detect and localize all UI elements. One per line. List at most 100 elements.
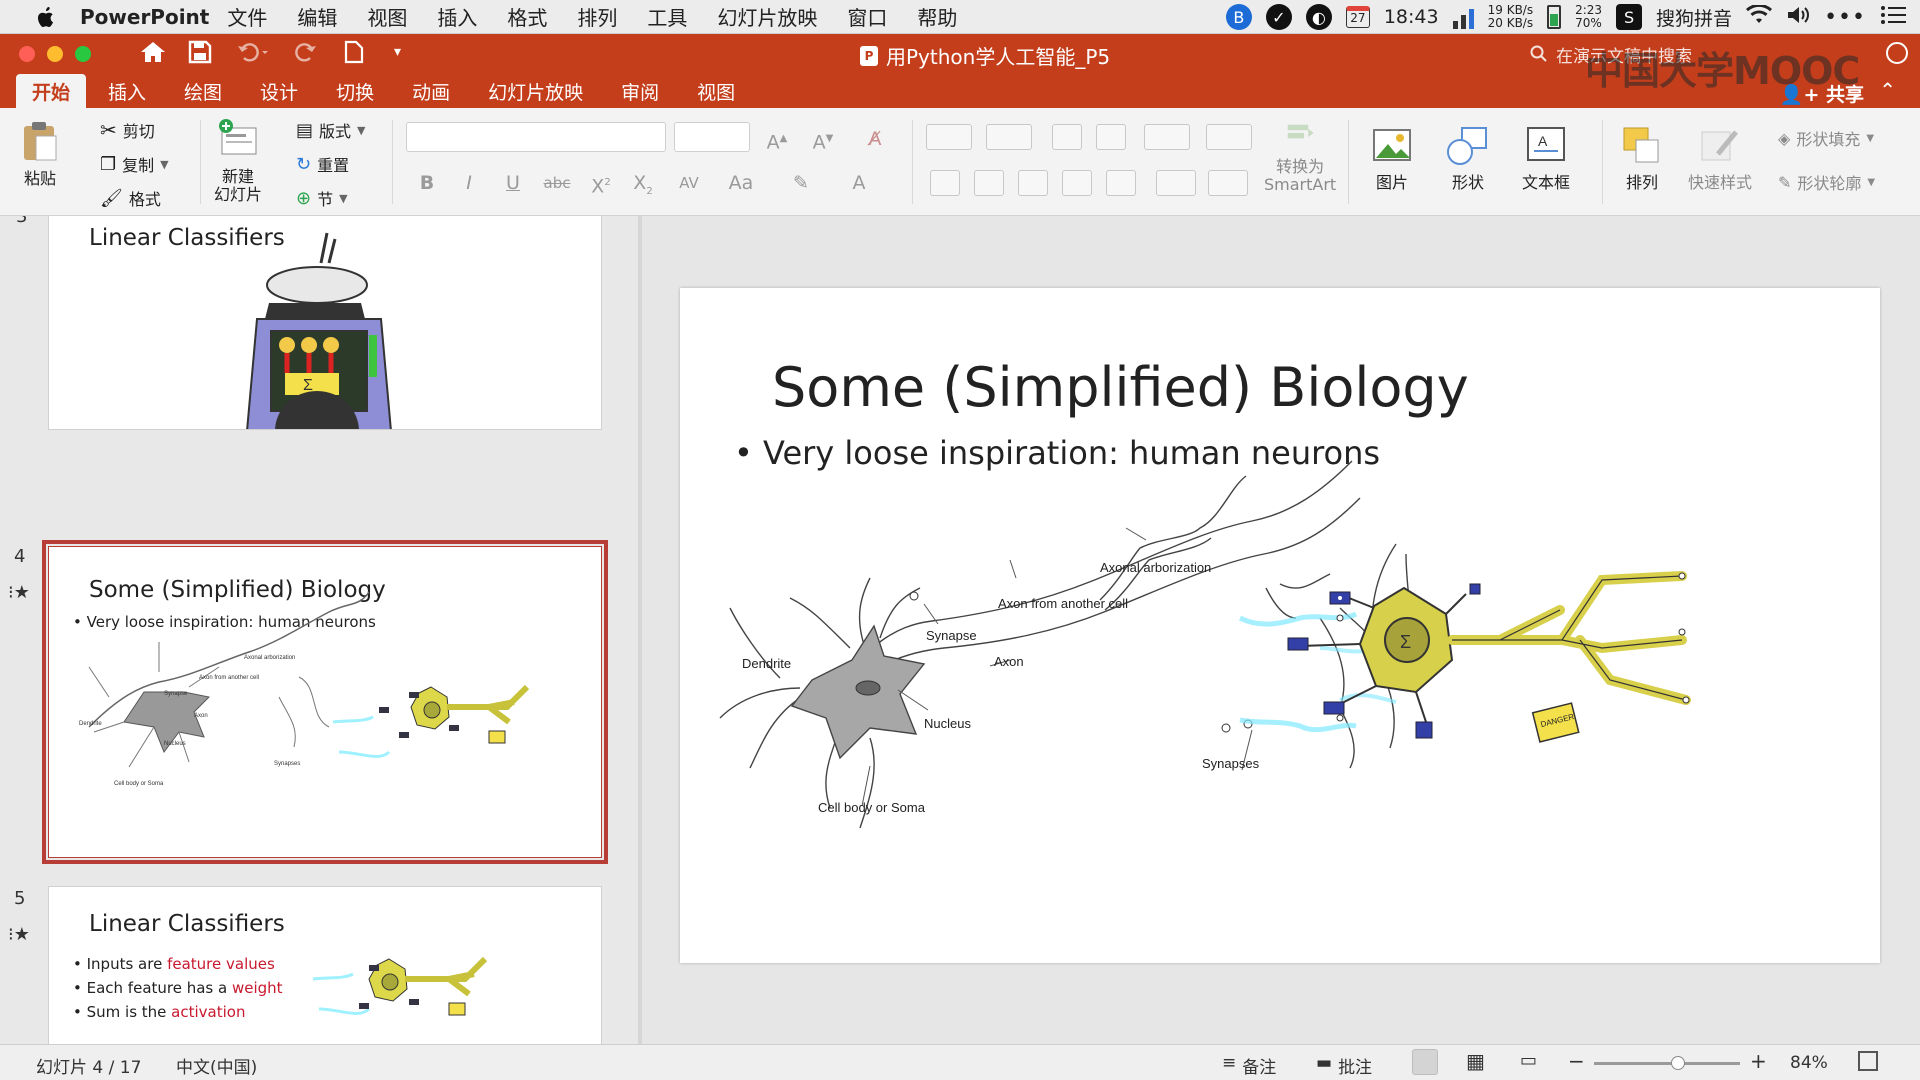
reset-button[interactable]: ↻ 重置 (296, 152, 349, 176)
bold-icon[interactable]: B (410, 168, 444, 198)
shape-outline-button[interactable]: ✎ 形状轮廓 ▼ (1778, 170, 1875, 194)
home-icon[interactable] (140, 40, 166, 70)
increase-indent-icon[interactable] (1096, 124, 1126, 150)
zoom-slider[interactable] (1594, 1056, 1740, 1070)
align-text-icon[interactable] (1208, 170, 1248, 196)
normal-view-icon[interactable] (1412, 1049, 1438, 1075)
font-name-select[interactable] (406, 122, 666, 152)
apple-menu-icon[interactable] (30, 5, 58, 29)
format-painter-button[interactable]: 🖌 格式 (100, 186, 161, 210)
numbering-icon[interactable] (986, 124, 1032, 150)
font-color-icon[interactable]: A (842, 168, 876, 198)
menu-arrange[interactable]: 排列 (577, 2, 617, 31)
share-button[interactable]: 👤+ 共享 (1780, 80, 1864, 107)
tab-view[interactable]: 视图 (681, 74, 751, 108)
picture-button[interactable]: 图片 (1370, 124, 1414, 192)
strikethrough-icon[interactable]: abc (540, 168, 574, 198)
notification-center-icon[interactable] (1880, 5, 1906, 30)
grow-font-icon[interactable]: A▲ (760, 124, 794, 154)
color-wheel-icon[interactable]: ◐ (1305, 4, 1332, 30)
layout-button[interactable]: ▤ 版式 ▼ (296, 118, 366, 142)
paste-button[interactable]: 粘贴 (18, 120, 62, 188)
character-spacing-icon[interactable]: AV (672, 168, 706, 198)
textbox-button[interactable]: A 文本框 (1522, 124, 1570, 192)
sogou-icon[interactable]: S (1616, 4, 1643, 30)
more-icon[interactable]: ••• (1824, 5, 1866, 30)
tab-design[interactable]: 设计 (244, 74, 314, 108)
change-case-icon[interactable]: Aa (724, 168, 758, 198)
font-size-select[interactable] (674, 122, 750, 152)
clear-formatting-icon[interactable]: A̸ (858, 124, 892, 154)
superscript-icon[interactable]: X2 (584, 168, 618, 198)
tab-draw[interactable]: 绘图 (168, 74, 238, 108)
distribute-icon[interactable] (1106, 170, 1136, 196)
zoom-window-icon[interactable] (75, 46, 91, 62)
shape-button[interactable]: 形状 (1446, 124, 1490, 192)
zoom-in-icon[interactable]: + (1750, 1049, 1767, 1073)
italic-icon[interactable]: I (452, 168, 486, 198)
wifi-icon[interactable] (1746, 3, 1773, 30)
input-method[interactable]: 搜狗拼音 (1656, 4, 1732, 31)
minimize-window-icon[interactable] (47, 46, 63, 62)
underline-icon[interactable]: U (496, 168, 530, 198)
justify-icon[interactable] (1062, 170, 1092, 196)
smiley-feedback-icon[interactable] (1886, 42, 1908, 64)
align-right-icon[interactable] (1018, 170, 1048, 196)
new-document-icon[interactable] (344, 40, 364, 70)
undo-icon[interactable] (236, 40, 270, 70)
redo-icon[interactable] (294, 40, 318, 70)
slide-thumbnail-pane[interactable]: 3 Linear Classifiers Σ 4 ⁝★ Some (Simpli… (0, 216, 638, 1044)
zoom-level[interactable]: 84% (1790, 1053, 1828, 1073)
collapse-ribbon-icon[interactable]: ⌃ (1879, 78, 1896, 102)
battery-icon[interactable] (1547, 5, 1562, 29)
menu-file[interactable]: 文件 (227, 2, 267, 31)
slide-thumbnail-5[interactable]: Linear Classifiers • Inputs are feature … (48, 886, 602, 1044)
tab-transitions[interactable]: 切换 (320, 74, 390, 108)
bluetooth-app-icon[interactable]: B (1225, 4, 1252, 30)
highlight-icon[interactable]: ✎ (784, 168, 818, 198)
shrink-font-icon[interactable]: A▼ (806, 124, 840, 154)
slide-thumbnail-4[interactable]: Some (Simplified) Biology • Very loose i… (42, 540, 608, 864)
menu-slideshow[interactable]: 幻灯片放映 (717, 2, 817, 31)
tab-animations[interactable]: 动画 (396, 74, 466, 108)
bullets-icon[interactable] (926, 124, 972, 150)
tab-insert[interactable]: 插入 (92, 74, 162, 108)
comments-button[interactable]: ▬ 批注 (1316, 1053, 1372, 1078)
clock-time[interactable]: 18:43 (1384, 6, 1439, 28)
subscript-icon[interactable]: X2 (626, 168, 660, 198)
neuron-diagram[interactable]: Dendrite Synapse Axon from another cell … (680, 288, 1880, 963)
save-icon[interactable] (188, 40, 212, 70)
zoom-slider-knob[interactable] (1671, 1056, 1686, 1070)
slide-sorter-icon[interactable]: ▦ (1466, 1049, 1485, 1073)
new-slide-button[interactable]: 新建 幻灯片 (214, 118, 262, 204)
animation-star-icon[interactable]: ⁝★ (8, 582, 30, 603)
tab-slideshow[interactable]: 幻灯片放映 (472, 74, 599, 108)
convert-smartart-button[interactable]: 转换为 SmartArt (1264, 122, 1336, 194)
slide-thumbnail-3[interactable]: Linear Classifiers Σ (48, 216, 602, 430)
shape-fill-button[interactable]: ◈ 形状填充 ▼ (1778, 126, 1874, 150)
calendar-icon[interactable]: 27 (1345, 6, 1370, 28)
zoom-out-icon[interactable]: − (1568, 1049, 1585, 1073)
animation-star-icon[interactable]: ⁝★ (8, 924, 30, 945)
fit-to-window-icon[interactable] (1858, 1051, 1878, 1071)
decrease-indent-icon[interactable] (1052, 124, 1082, 150)
menu-format[interactable]: 格式 (507, 2, 547, 31)
tab-home[interactable]: 开始 (16, 74, 87, 108)
notes-button[interactable]: ≡ 备注 (1222, 1053, 1276, 1078)
volume-icon[interactable] (1786, 5, 1810, 30)
close-window-icon[interactable] (19, 46, 35, 62)
checkmark-app-icon[interactable]: ✓ (1265, 4, 1292, 30)
menu-insert[interactable]: 插入 (437, 2, 477, 31)
text-direction-icon[interactable] (1156, 170, 1196, 196)
columns-icon[interactable] (1206, 124, 1252, 150)
menu-window[interactable]: 窗口 (847, 2, 887, 31)
customize-toolbar-icon[interactable]: ▾ (394, 44, 401, 60)
menu-tools[interactable]: 工具 (647, 2, 687, 31)
menu-help[interactable]: 帮助 (917, 2, 957, 31)
align-center-icon[interactable] (974, 170, 1004, 196)
tab-review[interactable]: 审阅 (605, 74, 675, 108)
arrange-button[interactable]: 排列 (1620, 124, 1664, 192)
current-slide-canvas[interactable]: Some (Simplified) Biology • Very loose i… (680, 288, 1880, 963)
section-button[interactable]: ⊕ 节 ▼ (296, 186, 348, 210)
language-indicator[interactable]: 中文(中国) (176, 1053, 257, 1078)
